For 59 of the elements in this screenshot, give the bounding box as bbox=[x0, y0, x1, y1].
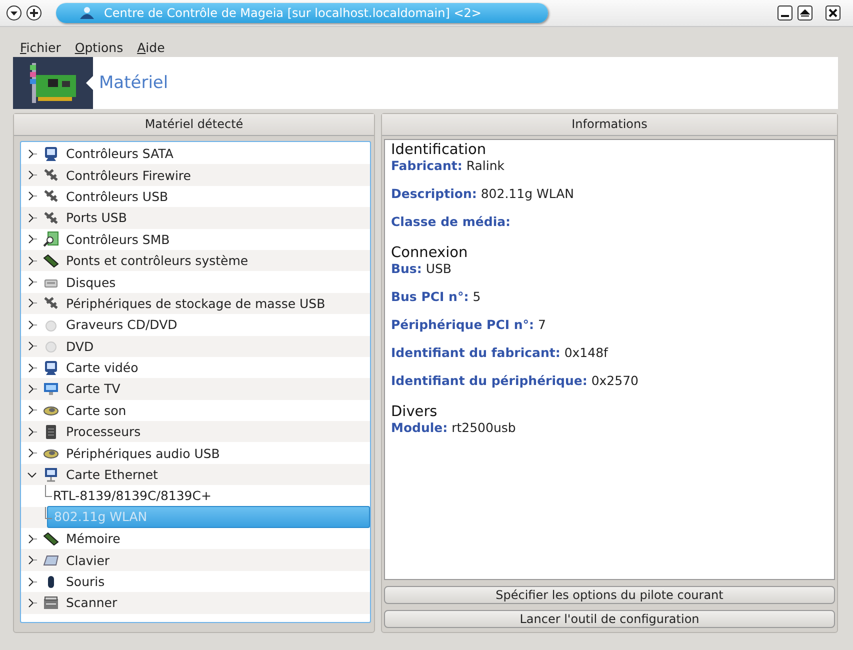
scanner-icon bbox=[43, 594, 59, 611]
action-button[interactable]: Spécifier les options du pilote courant bbox=[384, 586, 835, 604]
close-icon[interactable] bbox=[825, 5, 841, 21]
info-field: Description: 802.11g WLAN bbox=[391, 186, 828, 202]
memory-stick-icon bbox=[43, 252, 59, 269]
tree-item[interactable]: Ports USB bbox=[66, 210, 127, 226]
info-field: Bus PCI n°: 5 bbox=[391, 289, 828, 305]
page-title: Matériel bbox=[99, 73, 168, 93]
tree-item[interactable]: Contrôleurs USB bbox=[66, 188, 168, 204]
tree-item[interactable]: Carte vidéo bbox=[66, 360, 138, 376]
magnifier-icon bbox=[43, 231, 59, 248]
section-heading: Divers bbox=[391, 403, 438, 420]
section-heading: Connexion bbox=[391, 244, 469, 261]
info-field: Module: rt2500usb bbox=[391, 420, 828, 436]
tree-item[interactable]: DVD bbox=[66, 338, 94, 354]
tree-item[interactable]: Mémoire bbox=[66, 531, 120, 546]
tree-item[interactable]: Contrôleurs SMB bbox=[66, 232, 170, 247]
tree-item[interactable]: Clavier bbox=[66, 552, 110, 568]
plug-icon bbox=[43, 210, 59, 226]
network-card-icon bbox=[28, 61, 78, 105]
menu-item[interactable]: Aide bbox=[131, 40, 173, 55]
memory-stick-icon bbox=[43, 530, 59, 547]
tree-item[interactable]: Carte son bbox=[66, 402, 126, 418]
computer-icon bbox=[43, 466, 59, 483]
menu-icon[interactable] bbox=[6, 5, 22, 21]
app-icon bbox=[78, 5, 96, 21]
tree-item[interactable]: Carte Ethernet bbox=[66, 467, 158, 482]
tree-item[interactable]: Souris bbox=[66, 574, 105, 589]
section-heading: Identification bbox=[391, 141, 488, 158]
panel-header: Informations bbox=[382, 114, 837, 136]
window-title: Centre de Contrôle de Mageia [sur localhost.localdomain] <2> bbox=[104, 6, 482, 20]
menu-item[interactable]: Fichier bbox=[14, 40, 69, 55]
info-field: Fabricant: Ralink bbox=[391, 158, 828, 174]
info-field: Classe de média: bbox=[391, 214, 828, 230]
minimize-icon[interactable] bbox=[777, 5, 793, 21]
tree-item[interactable]: Contrôleurs SATA bbox=[66, 146, 174, 162]
plug-icon bbox=[43, 295, 59, 312]
tree-item[interactable]: RTL-8139/8139C/8139C+ bbox=[47, 486, 218, 506]
plug-icon bbox=[43, 188, 59, 204]
screen-icon bbox=[43, 380, 59, 397]
pointer-notch bbox=[86, 76, 93, 90]
monitor-icon bbox=[43, 360, 59, 376]
info-field: Identifiant du fabricant: 0x148f bbox=[391, 345, 828, 361]
menu-item[interactable]: Options bbox=[68, 40, 132, 55]
info-field: Périphérique PCI n°: 7 bbox=[391, 317, 828, 333]
tree-item[interactable]: Carte TV bbox=[66, 381, 120, 396]
chip-icon bbox=[43, 424, 59, 440]
info-field: Bus: USB bbox=[391, 261, 828, 277]
info-field: Identifiant du périphérique: 0x2570 bbox=[391, 373, 828, 389]
tree-item[interactable]: Scanner bbox=[66, 595, 118, 610]
monitor-icon bbox=[43, 146, 59, 162]
tree-item[interactable]: Périphériques audio USB bbox=[66, 446, 220, 461]
panel-header: Matériel détecté bbox=[14, 114, 374, 136]
plug-icon bbox=[43, 167, 59, 184]
tree-item[interactable]: Graveurs CD/DVD bbox=[66, 317, 178, 332]
tree-item[interactable]: Disques bbox=[66, 274, 116, 290]
maximize-icon[interactable] bbox=[797, 5, 813, 21]
action-button[interactable]: Lancer l'outil de configuration bbox=[384, 610, 835, 628]
tree-item[interactable]: Processeurs bbox=[66, 424, 141, 440]
